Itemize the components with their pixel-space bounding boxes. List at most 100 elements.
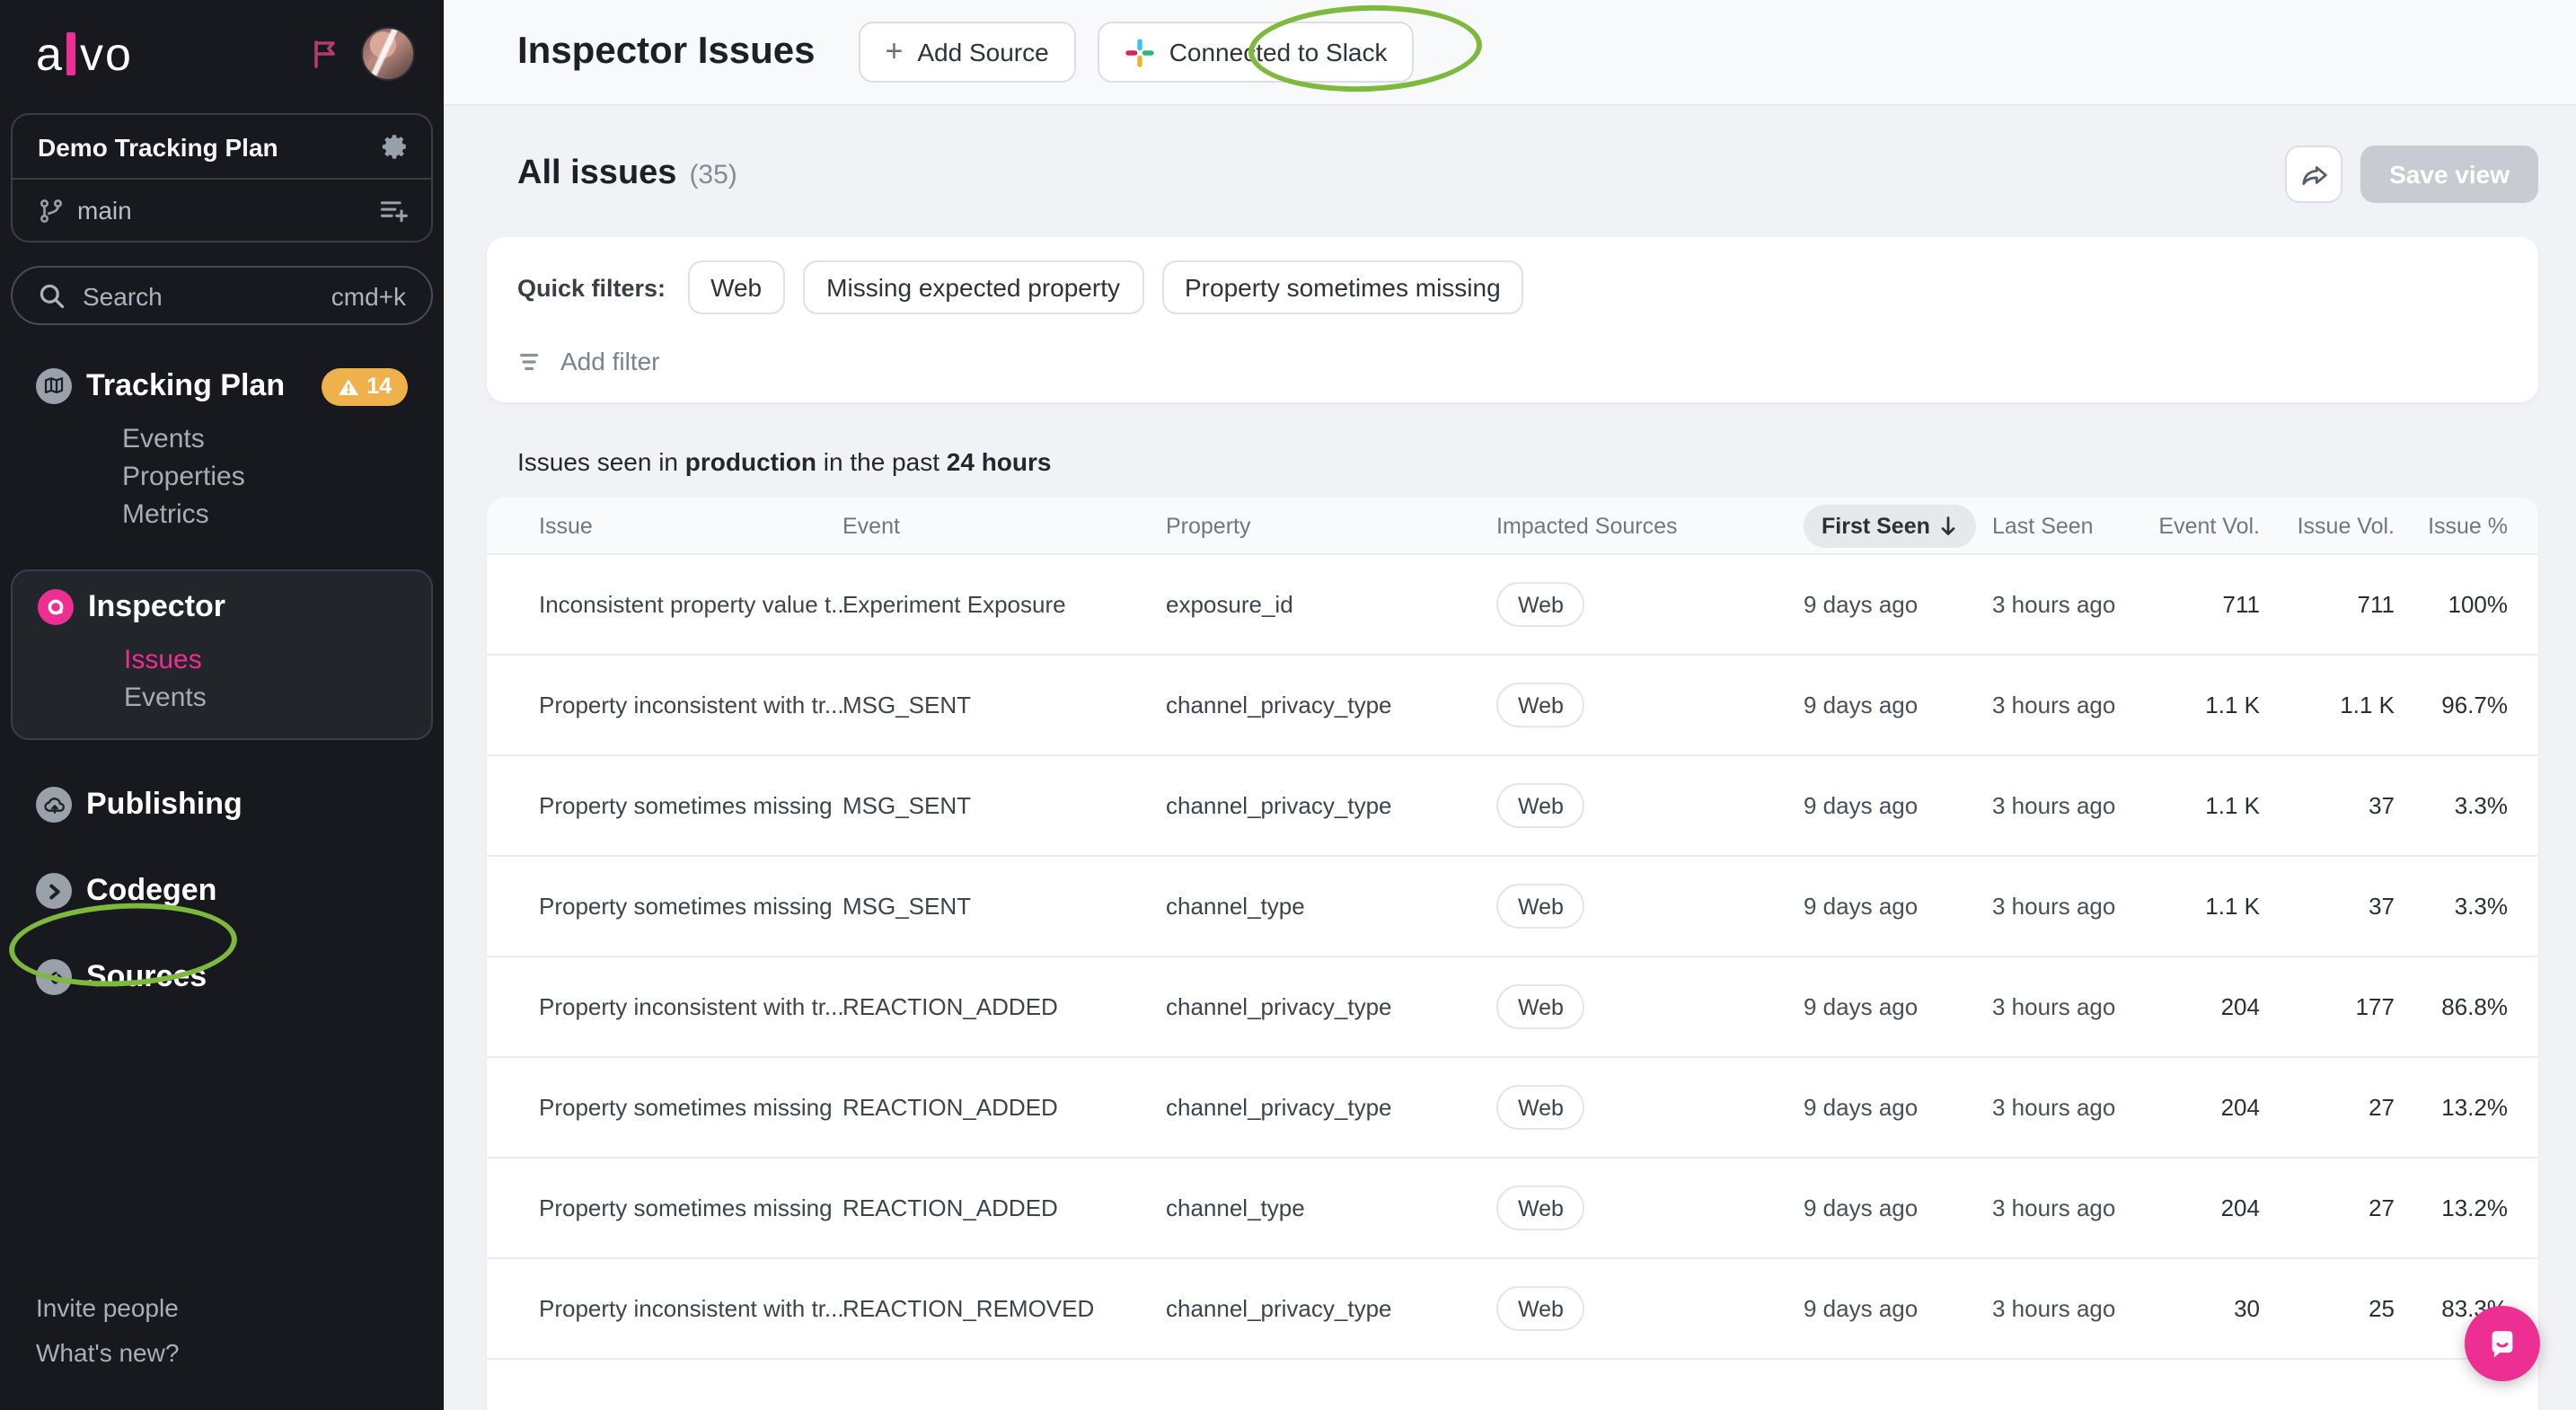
tracking-plan-map-icon xyxy=(36,368,72,404)
logo-text-a: a xyxy=(36,26,64,82)
cell-issue-vol: 27 xyxy=(2369,1194,2395,1221)
table-row[interactable]: Property sometimes missing MSG_SENT chan… xyxy=(487,857,2538,957)
table-row[interactable]: Property sometimes missing REACTION_ADDE… xyxy=(487,1058,2538,1159)
cell-first-seen: 9 days ago xyxy=(1804,993,1992,1020)
sidebar-item-inspector-issues[interactable]: Issues xyxy=(124,641,406,679)
workspace-row[interactable]: Demo Tracking Plan xyxy=(13,115,431,178)
cell-issue-vol: 25 xyxy=(2369,1295,2395,1322)
cell-issue-vol: 1.1 K xyxy=(2340,692,2395,718)
cell-property: channel_privacy_type xyxy=(1166,1094,1496,1121)
cell-issue-pct: 100% xyxy=(2448,591,2509,618)
cell-event-vol: 1.1 K xyxy=(2205,893,2260,920)
quick-filter-button[interactable]: Property sometimes missing xyxy=(1161,260,1524,314)
connected-to-slack-button[interactable]: Connected to Slack xyxy=(1098,22,1415,83)
cell-first-seen: 9 days ago xyxy=(1804,1295,1992,1322)
cell-issue-pct: 13.2% xyxy=(2441,1194,2508,1221)
cell-issue: Property inconsistent with tr... xyxy=(539,993,842,1020)
sidebar-item-tp-properties[interactable]: Properties xyxy=(122,458,408,496)
col-header-impacted-sources[interactable]: Impacted Sources xyxy=(1496,513,1804,538)
table-row[interactable]: Property inconsistent with tr... REACTIO… xyxy=(487,1259,2538,1360)
col-header-issue-pct[interactable]: Issue % xyxy=(2428,513,2508,538)
source-pill: Web xyxy=(1496,1286,1585,1331)
add-filter-button[interactable]: Add filter xyxy=(517,347,2508,375)
col-header-last-seen[interactable]: Last Seen xyxy=(1992,513,2154,538)
settings-gear-icon[interactable] xyxy=(379,131,410,162)
col-header-first-seen[interactable]: First Seen xyxy=(1804,504,1992,547)
new-branch-icon[interactable] xyxy=(377,194,410,226)
cell-impacted-sources: Web xyxy=(1496,1286,1804,1331)
quick-filter-button[interactable]: Missing expected property xyxy=(803,260,1143,314)
cell-issue-vol: 37 xyxy=(2369,893,2395,920)
sidebar-item-publishing[interactable]: Publishing xyxy=(36,783,408,826)
table-row[interactable]: Property inconsistent with tr... MSG_SEN… xyxy=(487,656,2538,756)
sort-desc-arrow-icon xyxy=(1939,515,1959,536)
cell-impacted-sources: Web xyxy=(1496,1185,1804,1230)
workspace-box: Demo Tracking Plan main xyxy=(11,113,433,242)
table-row[interactable]: Property inconsistent with tr... REACTIO… xyxy=(487,957,2538,1058)
source-pill: Web xyxy=(1496,1185,1585,1230)
cell-event-vol: 1.1 K xyxy=(2205,792,2260,819)
search-icon xyxy=(38,281,66,310)
branch-name: main xyxy=(77,196,132,225)
cell-event-vol: 1.1 K xyxy=(2205,692,2260,718)
main-content: Inspector Issues + Add Source Connected … xyxy=(444,0,2576,1410)
table-row[interactable]: Property sometimes missing REACTION_ADDE… xyxy=(487,1159,2538,1259)
sidebar-item-codegen[interactable]: Codegen xyxy=(36,869,408,912)
branch-row[interactable]: main xyxy=(13,178,431,241)
cell-event-vol: 204 xyxy=(2221,1094,2260,1121)
invite-people-link[interactable]: Invite people xyxy=(36,1286,179,1331)
source-pill: Web xyxy=(1496,683,1585,727)
cell-issue-pct: 3.3% xyxy=(2455,893,2508,920)
plus-icon: + xyxy=(885,34,903,70)
table-row-partial[interactable] xyxy=(487,1360,2538,1410)
nav-tracking-plan-section: Tracking Plan 14 Events Properties Metri… xyxy=(0,365,444,533)
col-header-property[interactable]: Property xyxy=(1166,513,1496,538)
search-input[interactable]: Search cmd+k xyxy=(11,266,433,325)
user-avatar[interactable] xyxy=(361,27,415,81)
codegen-chevron-icon xyxy=(36,873,72,909)
cell-first-seen: 9 days ago xyxy=(1804,1094,1992,1121)
cell-event: REACTION_ADDED xyxy=(842,1094,1166,1121)
chat-launcher-button[interactable] xyxy=(2465,1306,2540,1381)
view-title: All issues xyxy=(517,154,676,194)
cell-event: MSG_SENT xyxy=(842,792,1166,819)
inspector-icon xyxy=(38,589,74,625)
sidebar-item-tp-events[interactable]: Events xyxy=(122,420,408,458)
add-source-button[interactable]: + Add Source xyxy=(858,22,1075,83)
avo-logo: avo xyxy=(36,26,133,82)
flag-icon[interactable] xyxy=(307,36,343,72)
cell-first-seen: 9 days ago xyxy=(1804,692,1992,718)
source-pill: Web xyxy=(1496,884,1585,929)
sidebar-item-tracking-plan[interactable]: Tracking Plan 14 xyxy=(36,365,408,408)
view-count: (35) xyxy=(689,159,737,189)
cell-event: MSG_SENT xyxy=(842,692,1166,718)
col-header-event[interactable]: Event xyxy=(842,513,1166,538)
quick-filters-card: Quick filters: WebMissing expected prope… xyxy=(487,237,2538,402)
table-row[interactable]: Property sometimes missing MSG_SENT chan… xyxy=(487,756,2538,857)
sidebar-item-sources[interactable]: Sources xyxy=(36,956,408,999)
publishing-cloud-icon xyxy=(36,787,72,823)
cell-issue-pct: 13.2% xyxy=(2441,1094,2508,1121)
cell-impacted-sources: Web xyxy=(1496,582,1804,627)
whats-new-link[interactable]: What's new? xyxy=(36,1331,179,1376)
sidebar-item-tp-metrics[interactable]: Metrics xyxy=(122,496,408,533)
source-pill: Web xyxy=(1496,582,1585,627)
col-header-issue-vol[interactable]: Issue Vol. xyxy=(2298,513,2395,538)
table-header-row: Issue Event Property Impacted Sources Fi… xyxy=(487,498,2538,555)
cell-last-seen: 3 hours ago xyxy=(1992,893,2154,920)
filter-icon xyxy=(517,348,544,375)
share-view-button[interactable] xyxy=(2285,145,2342,203)
sidebar-item-inspector[interactable]: Inspector xyxy=(38,586,406,629)
cell-last-seen: 3 hours ago xyxy=(1992,1295,2154,1322)
sidebar-item-inspector-events[interactable]: Events xyxy=(124,679,406,717)
col-header-issue[interactable]: Issue xyxy=(539,513,842,538)
cell-property: channel_type xyxy=(1166,893,1496,920)
cell-event-vol: 30 xyxy=(2234,1295,2260,1322)
source-pill: Web xyxy=(1496,984,1585,1029)
save-view-button[interactable]: Save view xyxy=(2360,145,2538,203)
table-row[interactable]: Inconsistent property value t... Experim… xyxy=(487,555,2538,656)
cell-issue: Property sometimes missing xyxy=(539,893,842,920)
col-header-event-vol[interactable]: Event Vol. xyxy=(2158,513,2260,538)
cell-event-vol: 204 xyxy=(2221,1194,2260,1221)
quick-filter-button[interactable]: Web xyxy=(687,260,785,314)
